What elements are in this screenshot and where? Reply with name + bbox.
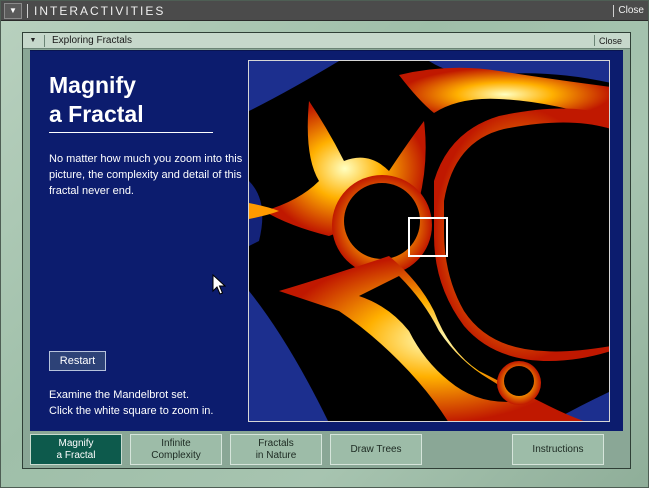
window-menu-button[interactable]: ▼ — [4, 2, 22, 19]
window-close-button[interactable]: Close — [618, 5, 644, 16]
exploring-fractals-panel: ▼ Exploring Fractals Close Magnify a Fra… — [22, 32, 631, 469]
triangle-down-icon: ▼ — [29, 37, 37, 44]
tab-bar: Magnify a Fractal Infinite Complexity Fr… — [23, 434, 630, 468]
tab-draw-trees[interactable]: Draw Trees — [330, 434, 422, 465]
tab-infinite-complexity[interactable]: Infinite Complexity — [130, 434, 222, 465]
description-text: No matter how much you zoom into this pi… — [49, 153, 243, 197]
close-divider — [593, 35, 595, 46]
page-title: Magnify a Fractal — [49, 72, 144, 127]
instructions-text: Examine the Mandelbrot set. Click the wh… — [49, 389, 214, 417]
titlebar-divider — [27, 3, 28, 18]
window-title: INTERACTIVITIES — [34, 3, 166, 18]
tab-magnify-a-fractal[interactable]: Magnify a Fractal — [30, 434, 122, 465]
panel-close-button[interactable]: Close — [599, 36, 622, 46]
tab-instructions[interactable]: Instructions — [512, 434, 604, 465]
panel-titlebar: ▼ Exploring Fractals Close — [23, 33, 630, 49]
window-titlebar: ▼ INTERACTIVITIES Close — [1, 1, 648, 21]
triangle-down-icon: ▼ — [9, 6, 17, 15]
content-area: Magnify a Fractal No matter how much you… — [30, 50, 623, 431]
panel-title: Exploring Fractals — [52, 35, 133, 46]
close-divider — [613, 4, 615, 17]
heading-underline — [49, 132, 213, 133]
panel-menu-button[interactable]: ▼ — [26, 35, 40, 47]
interactivities-window: ▼ INTERACTIVITIES Close ▼ Exploring Frac… — [0, 0, 649, 488]
restart-button[interactable]: Restart — [49, 351, 106, 371]
zoom-square[interactable] — [408, 217, 448, 257]
tab-fractals-in-nature[interactable]: Fractals in Nature — [230, 434, 322, 465]
mouse-pointer-icon — [212, 274, 226, 295]
mandelbrot-image[interactable] — [248, 60, 610, 422]
titlebar-divider — [44, 34, 45, 47]
